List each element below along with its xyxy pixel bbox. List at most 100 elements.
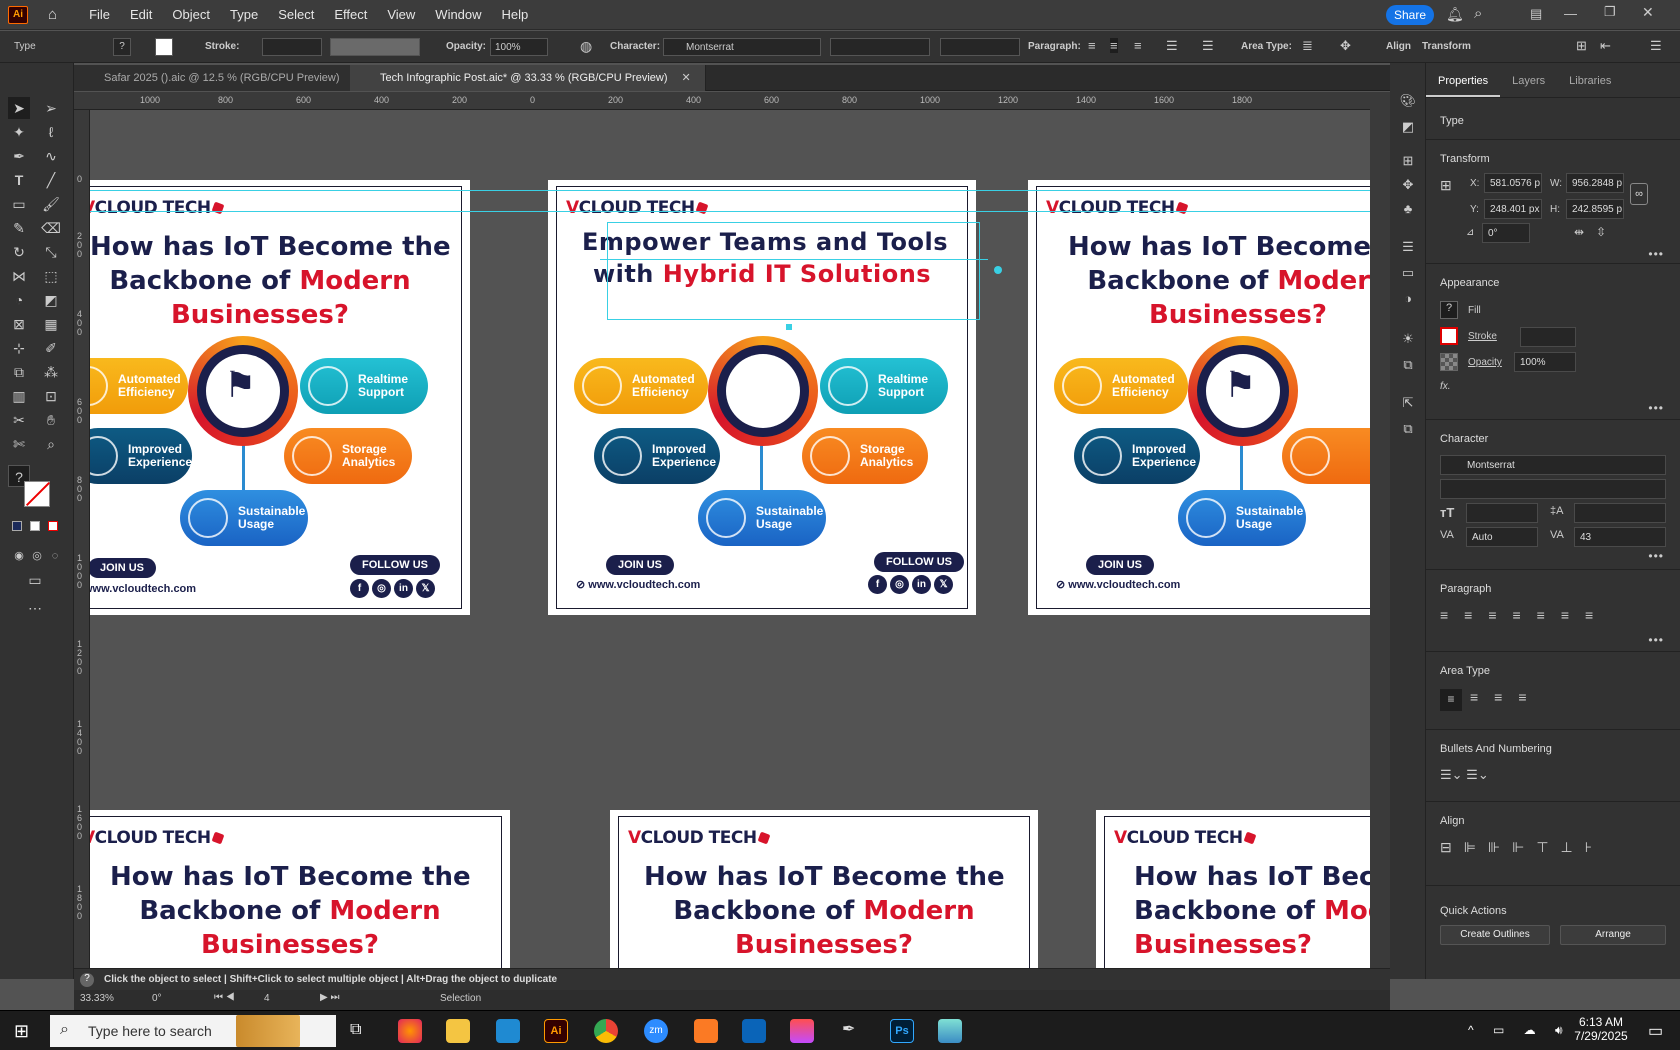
canvas[interactable]: VCLOUD TECH How has IoT Become the Backb… [90, 110, 1370, 968]
tracking-field[interactable]: 43 [1574, 527, 1666, 547]
font-style-field[interactable] [830, 38, 930, 56]
share-button[interactable]: Share [1386, 5, 1434, 25]
menu-file[interactable]: File [79, 7, 120, 22]
font-style-field[interactable] [1440, 479, 1666, 499]
image-trace-icon[interactable]: ◩ [1399, 119, 1417, 137]
variable-width-field[interactable] [330, 38, 420, 56]
align-left-icon[interactable]: ≡ [1088, 38, 1096, 53]
artboard-iot-3[interactable]: VCLOUD TECH How has IoT Become the Backb… [90, 810, 510, 968]
font-family-field[interactable]: Montserrat [1440, 455, 1666, 475]
magic-wand-icon[interactable]: ✦ [8, 121, 30, 143]
transparency-icon[interactable]: ◑ [1399, 291, 1417, 309]
isolate-icon[interactable]: ⇤ [1600, 38, 1611, 54]
search-icon[interactable]: ⌕ [1474, 5, 1482, 22]
puppet-warp-icon[interactable]: ✥ [1399, 177, 1417, 195]
color-panel-icon[interactable]: 🎨︎ [1399, 93, 1417, 111]
hand-tool-icon[interactable]: ✋︎ [40, 409, 62, 431]
screen-mode-icon[interactable]: ▭ [24, 569, 46, 591]
recolor-icon[interactable]: ◍ [580, 38, 592, 55]
photoshop-icon[interactable]: Ps [890, 1019, 914, 1043]
fill-swatch-icon[interactable]: ? [1440, 301, 1458, 319]
menu-select[interactable]: Select [268, 7, 324, 22]
h-field[interactable]: 242.8595 p [1566, 199, 1624, 219]
export-icon[interactable]: ⇱ [1399, 395, 1417, 413]
firefox-icon[interactable] [398, 1019, 422, 1043]
close-tab-icon[interactable]: ✕ [682, 72, 691, 84]
overflow-handle[interactable] [994, 266, 1002, 274]
create-outlines-button[interactable]: Create Outlines [1440, 925, 1550, 945]
reference-point-icon[interactable]: ⊞ [1440, 177, 1452, 194]
vscode-icon[interactable] [496, 1019, 520, 1043]
notifications-icon[interactable]: ▭ [1648, 1021, 1663, 1041]
area-type-icon[interactable]: ≣ [1302, 38, 1313, 54]
menu-object[interactable]: Object [162, 7, 220, 22]
artboard-tool-icon[interactable]: ⊡ [40, 385, 62, 407]
more-options-icon[interactable]: ••• [1648, 401, 1664, 415]
zoom-field[interactable]: 33.33% [80, 993, 114, 1004]
gradient-mode-icon[interactable] [30, 521, 40, 531]
free-transform-icon[interactable]: ⬚ [40, 265, 62, 287]
edit-toolbar-icon[interactable]: ⋯ [24, 597, 46, 619]
x-field[interactable]: 581.0576 p [1484, 173, 1542, 193]
vertical-scrollbar[interactable] [1370, 92, 1390, 968]
menu-window[interactable]: Window [425, 7, 491, 22]
creative-cloud-icon[interactable] [790, 1019, 814, 1043]
selection-tool-icon[interactable]: ➤ [8, 97, 30, 119]
control-transform-link[interactable]: Transform [1422, 41, 1471, 52]
xampp-icon[interactable] [694, 1019, 718, 1043]
fill-swatch[interactable]: ? [113, 38, 131, 56]
draw-inside-icon[interactable]: ◌ [44, 545, 66, 567]
numbering-icon[interactable]: ☰ [1202, 38, 1214, 54]
task-view-icon[interactable]: ⧉ [350, 1021, 361, 1039]
tab-properties[interactable]: Properties [1426, 75, 1501, 97]
zoom-app-icon[interactable]: zm [644, 1019, 668, 1043]
tab-safar[interactable]: Safar 2025 ().aic @ 12.5 % (RGB/CPU Prev… [74, 65, 378, 91]
shaper-tool-icon[interactable]: ✎ [8, 217, 30, 239]
system-tray-icons[interactable]: ^ ▭ ☁ 🔊︎ [1468, 1023, 1571, 1038]
arrange-button[interactable]: Arrange [1560, 925, 1666, 945]
more-options-icon[interactable]: ••• [1648, 549, 1664, 563]
align-icons[interactable]: ⊟⊫⊪⊩⊤⊥⊦ [1440, 839, 1604, 856]
libraries-icon[interactable]: ⊞ [1399, 153, 1417, 171]
restore-icon[interactable]: ❐ [1604, 4, 1616, 20]
gradient-panel-icon[interactable]: ▭ [1399, 265, 1417, 283]
rotation-field[interactable]: 0° [152, 993, 162, 1004]
menu-type[interactable]: Type [220, 7, 268, 22]
panel-menu-icon[interactable]: ☰ [1650, 38, 1662, 54]
lasso-icon[interactable]: ℓ [40, 121, 62, 143]
more-options-icon[interactable]: ••• [1648, 247, 1664, 261]
line-tool-icon[interactable]: ╱ [40, 169, 62, 191]
align-right-icon[interactable]: ≡ [1134, 38, 1142, 53]
stroke-swatch[interactable] [155, 38, 173, 56]
control-align-link[interactable]: Align [1386, 41, 1411, 52]
align-center-icon[interactable]: ≡ [1110, 38, 1118, 53]
paintbrush-icon[interactable]: 🖌︎ [40, 193, 62, 215]
more-options-icon[interactable]: ••• [1648, 633, 1664, 647]
perspective-grid-icon[interactable]: ⊠ [8, 313, 30, 335]
pen-app-icon[interactable]: ✒ [842, 1019, 855, 1039]
bullets-icon[interactable]: ☰⌄ ☰⌄ [1440, 767, 1489, 783]
tiger-widget-icon[interactable] [236, 1015, 300, 1047]
artboard-iot-5[interactable]: VCLOUD TECH How has IoT Become the Backb… [1096, 810, 1370, 968]
slice-tool-icon[interactable]: ✂ [8, 409, 30, 431]
selection-handle[interactable] [786, 324, 792, 330]
home-icon[interactable]: ⌂ [48, 6, 57, 23]
font-size-field[interactable] [1466, 503, 1538, 523]
file-explorer-icon[interactable] [446, 1019, 470, 1043]
curvature-tool-icon[interactable]: ∿ [40, 145, 62, 167]
eyedropper-icon[interactable]: ✐ [40, 337, 62, 359]
paragraph-align-icons[interactable]: ≡≡≡≡≡≡≡ [1440, 607, 1609, 623]
arrange-icon[interactable]: ⊞ [1576, 38, 1587, 54]
scissors-icon[interactable]: ✄ [8, 433, 30, 455]
kerning-field[interactable]: Auto [1466, 527, 1538, 547]
minimize-icon[interactable]: — [1564, 6, 1577, 21]
opacity-label[interactable]: Opacity [1468, 357, 1502, 368]
tab-tech-infographic[interactable]: Tech Infographic Post.aic* @ 33.33 % (RG… [350, 65, 706, 91]
zoom-tool-icon[interactable]: ⌕ [40, 433, 62, 455]
artboard-number-field[interactable]: 4 [264, 993, 270, 1004]
artboard-iot-4[interactable]: VCLOUD TECH How has IoT Become the Backb… [610, 810, 1038, 968]
rotate-tool-icon[interactable]: ↻ [8, 241, 30, 263]
rectangle-tool-icon[interactable]: ▭ [8, 193, 30, 215]
tab-libraries[interactable]: Libraries [1557, 75, 1623, 97]
stroke-weight-field[interactable] [262, 38, 322, 56]
